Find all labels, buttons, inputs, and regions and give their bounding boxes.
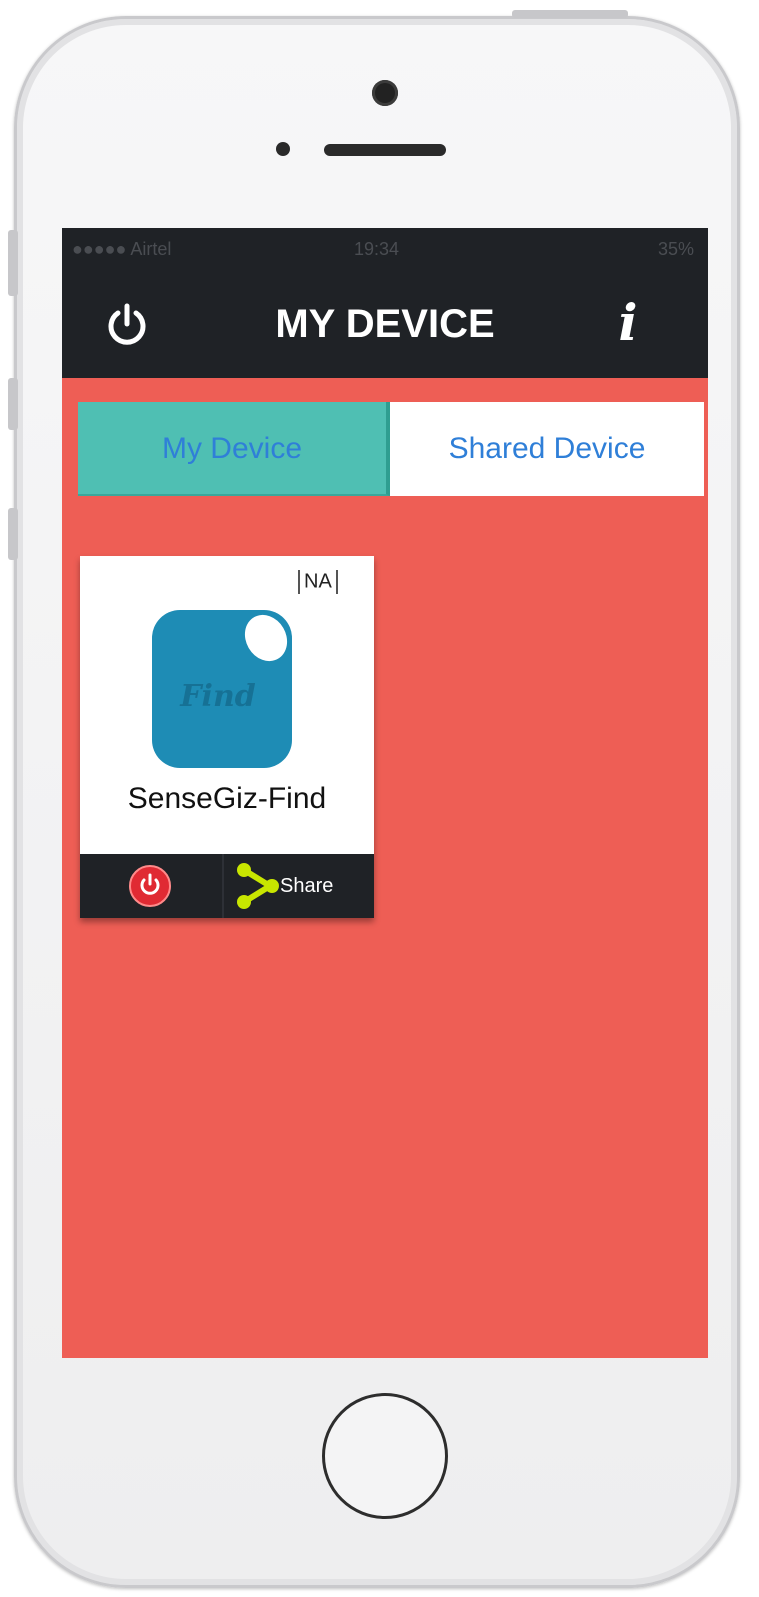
info-icon[interactable]: i	[608, 288, 648, 358]
device-name: SenseGiz-Find	[127, 782, 327, 815]
navigation-bar: MY DEVICE i	[62, 270, 708, 378]
status-bar: ●●●●● Airtel 19:34 35%	[62, 228, 708, 270]
proximity-sensor	[276, 142, 290, 156]
share-label: Share	[280, 875, 334, 897]
card-action-bar: Share	[80, 854, 374, 918]
status-badge-label: NA	[304, 570, 332, 593]
mute-switch	[8, 230, 18, 296]
device-tabs: My Device Shared Device	[78, 402, 704, 496]
front-camera	[372, 80, 398, 106]
volume-up-button	[8, 378, 18, 430]
share-button[interactable]: Share	[224, 854, 374, 918]
battery-level: 35%	[657, 239, 694, 259]
power-icon[interactable]	[104, 302, 150, 348]
volume-down-button	[8, 508, 18, 560]
carrier-signal: ●●●●● Airtel	[72, 239, 172, 259]
device-card[interactable]: NA Find SenseGiz-Find Share	[80, 556, 374, 918]
sleep-button	[512, 10, 628, 18]
tab-my-device[interactable]: My Device	[78, 402, 390, 496]
sensegiz-find-icon: Find	[148, 606, 296, 772]
status-time: 19:34	[354, 239, 400, 259]
device-power-button[interactable]	[80, 854, 224, 918]
status-badge: NA	[294, 570, 342, 594]
earpiece-speaker	[324, 144, 446, 156]
tab-shared-device[interactable]: Shared Device	[390, 402, 704, 496]
home-button[interactable]	[322, 1393, 448, 1519]
app-screen: ●●●●● Airtel 19:34 35% MY DEVICE i My De…	[62, 228, 708, 1358]
find-icon-label: Find	[179, 679, 256, 714]
